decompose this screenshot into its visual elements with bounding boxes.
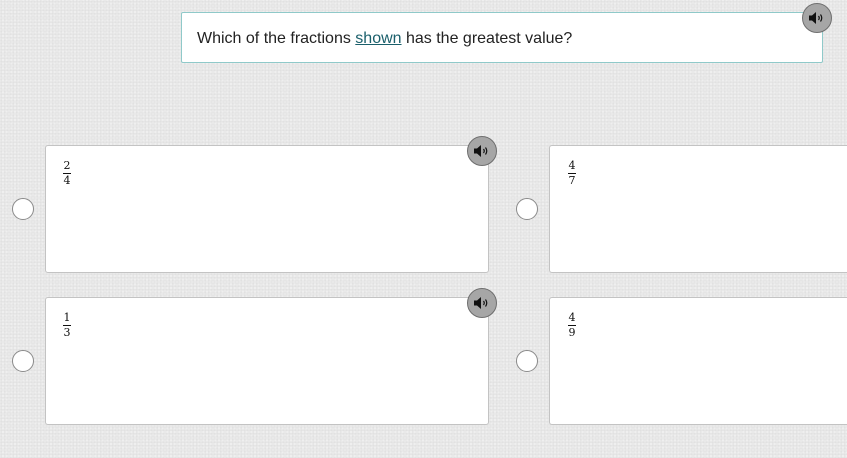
option-1-fraction: 2 4 (63, 160, 71, 187)
option-2-numerator: 4 (568, 159, 576, 172)
question-audio-button[interactable] (802, 3, 832, 33)
option-2-radio[interactable] (516, 198, 538, 220)
option-1-denominator: 4 (63, 174, 71, 187)
option-3-card[interactable]: 1 3 (45, 297, 489, 425)
shown-link[interactable]: shown (355, 30, 401, 47)
option-1-numerator: 2 (63, 159, 71, 172)
option-3-audio-button[interactable] (467, 288, 497, 318)
option-3-radio[interactable] (12, 350, 34, 372)
option-4-fraction: 4 9 (568, 312, 576, 339)
option-1-audio-button[interactable] (467, 136, 497, 166)
question-text: Which of the fractions shown has the gre… (197, 30, 572, 48)
option-2-card[interactable]: 4 7 (549, 145, 847, 273)
option-3-fraction: 1 3 (63, 312, 71, 339)
question-text-start: Which of the fractions (197, 30, 356, 47)
option-4-numerator: 4 (568, 311, 576, 324)
question-prompt-box: Which of the fractions shown has the gre… (181, 12, 823, 63)
option-1-radio[interactable] (12, 198, 34, 220)
speaker-icon (474, 145, 488, 157)
option-3-numerator: 1 (63, 311, 71, 324)
option-1-card[interactable]: 2 4 (45, 145, 489, 273)
option-4-radio[interactable] (516, 350, 538, 372)
question-text-end: has the greatest value? (401, 30, 573, 47)
speaker-icon (809, 12, 823, 24)
option-2-fraction: 4 7 (568, 160, 576, 187)
speaker-icon (474, 297, 488, 309)
option-4-card[interactable]: 4 9 (549, 297, 847, 425)
option-3-denominator: 3 (63, 326, 71, 339)
option-2-denominator: 7 (568, 174, 576, 187)
option-4-denominator: 9 (568, 326, 576, 339)
